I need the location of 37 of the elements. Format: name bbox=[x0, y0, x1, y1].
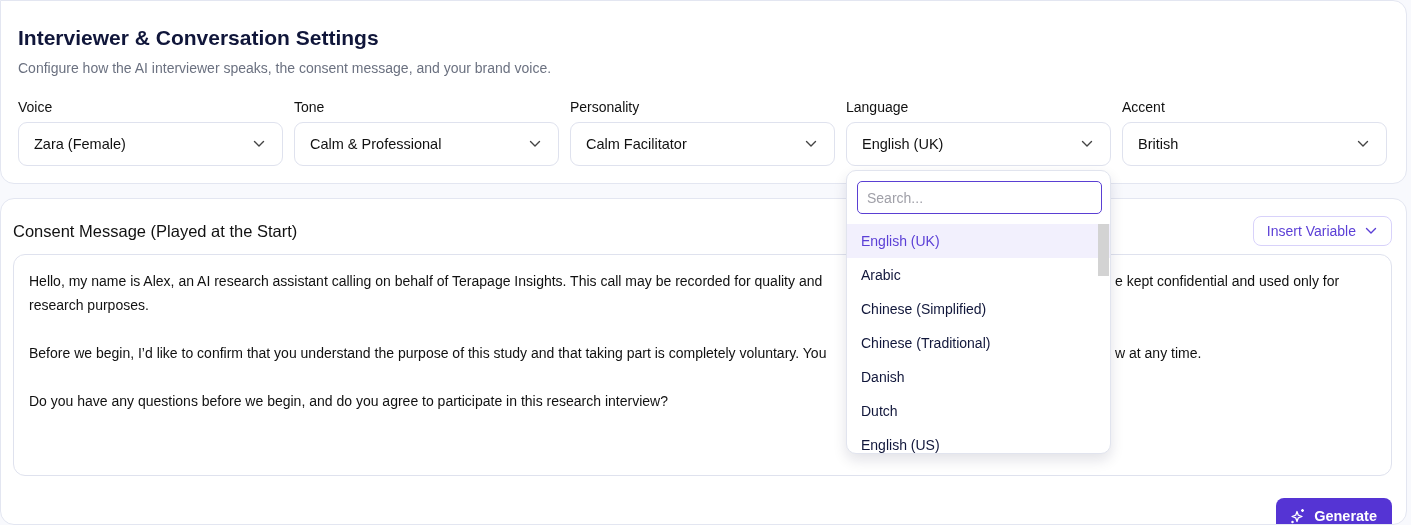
menu-option[interactable]: English (US) bbox=[847, 428, 1110, 453]
menu-option[interactable]: English (UK) bbox=[847, 224, 1110, 258]
menu-option[interactable]: Arabic bbox=[847, 258, 1110, 292]
field-label: Tone bbox=[294, 99, 326, 117]
field-label: Personality bbox=[570, 99, 641, 117]
chevron-down-icon bbox=[1357, 140, 1369, 148]
message-text: research purposes. bbox=[29, 296, 150, 315]
panel-title: Interviewer & Conversation Settings bbox=[18, 25, 380, 51]
field-label: Voice bbox=[18, 99, 54, 117]
menu-option[interactable]: Chinese (Traditional) bbox=[847, 326, 1110, 360]
dropdown-select[interactable]: Zara (Female) bbox=[18, 122, 283, 166]
generate-button[interactable]: Generate bbox=[1276, 498, 1392, 524]
menu-option[interactable]: Danish bbox=[847, 360, 1110, 394]
message-text: Do you have any questions before we begin, and do you agree to participate in this research interview? bbox=[29, 392, 669, 411]
chevron-down-icon bbox=[529, 140, 541, 148]
dropdown-select[interactable]: English (UK) bbox=[846, 122, 1111, 166]
dropdown-select[interactable]: Calm Facilitator bbox=[570, 122, 835, 166]
message-text: Before we begin, I’d like to confirm that you understand the purpose of this study and that taking part is completely voluntary. You bbox=[29, 344, 828, 363]
dropdown-select[interactable]: British bbox=[1122, 122, 1387, 166]
insert-variable-button[interactable]: Insert Variable bbox=[1252, 216, 1392, 246]
message-text: Hello, my name is Alex, an AI research assistant calling on behalf of Terapage Insights. This call may be recorded for quality and bbox=[29, 272, 824, 291]
field-label: Language bbox=[846, 99, 910, 117]
message-box[interactable] bbox=[13, 254, 1392, 476]
menu-option[interactable]: Dutch bbox=[847, 394, 1110, 428]
dropdown-select[interactable]: Calm & Professional bbox=[294, 122, 559, 166]
section-title: Consent Message (Played at the Start) bbox=[13, 221, 298, 241]
menu-option[interactable]: Chinese (Simplified) bbox=[847, 292, 1110, 326]
scrollbar-thumb[interactable] bbox=[1098, 224, 1109, 276]
search-field[interactable]: Search... bbox=[857, 181, 1102, 214]
chevron-down-icon bbox=[1081, 140, 1093, 148]
field-label: Accent bbox=[1122, 99, 1166, 117]
chevron-down-icon bbox=[253, 140, 265, 148]
chevron-down-icon bbox=[805, 140, 817, 148]
message-text: w at any time. bbox=[1115, 344, 1203, 363]
panel-subtitle: Configure how the AI interviewer speaks, the consent message, and your brand voice. bbox=[18, 60, 553, 76]
message-text: e kept confidential and used only for bbox=[1115, 272, 1341, 291]
chevron-down-icon bbox=[1365, 227, 1377, 235]
